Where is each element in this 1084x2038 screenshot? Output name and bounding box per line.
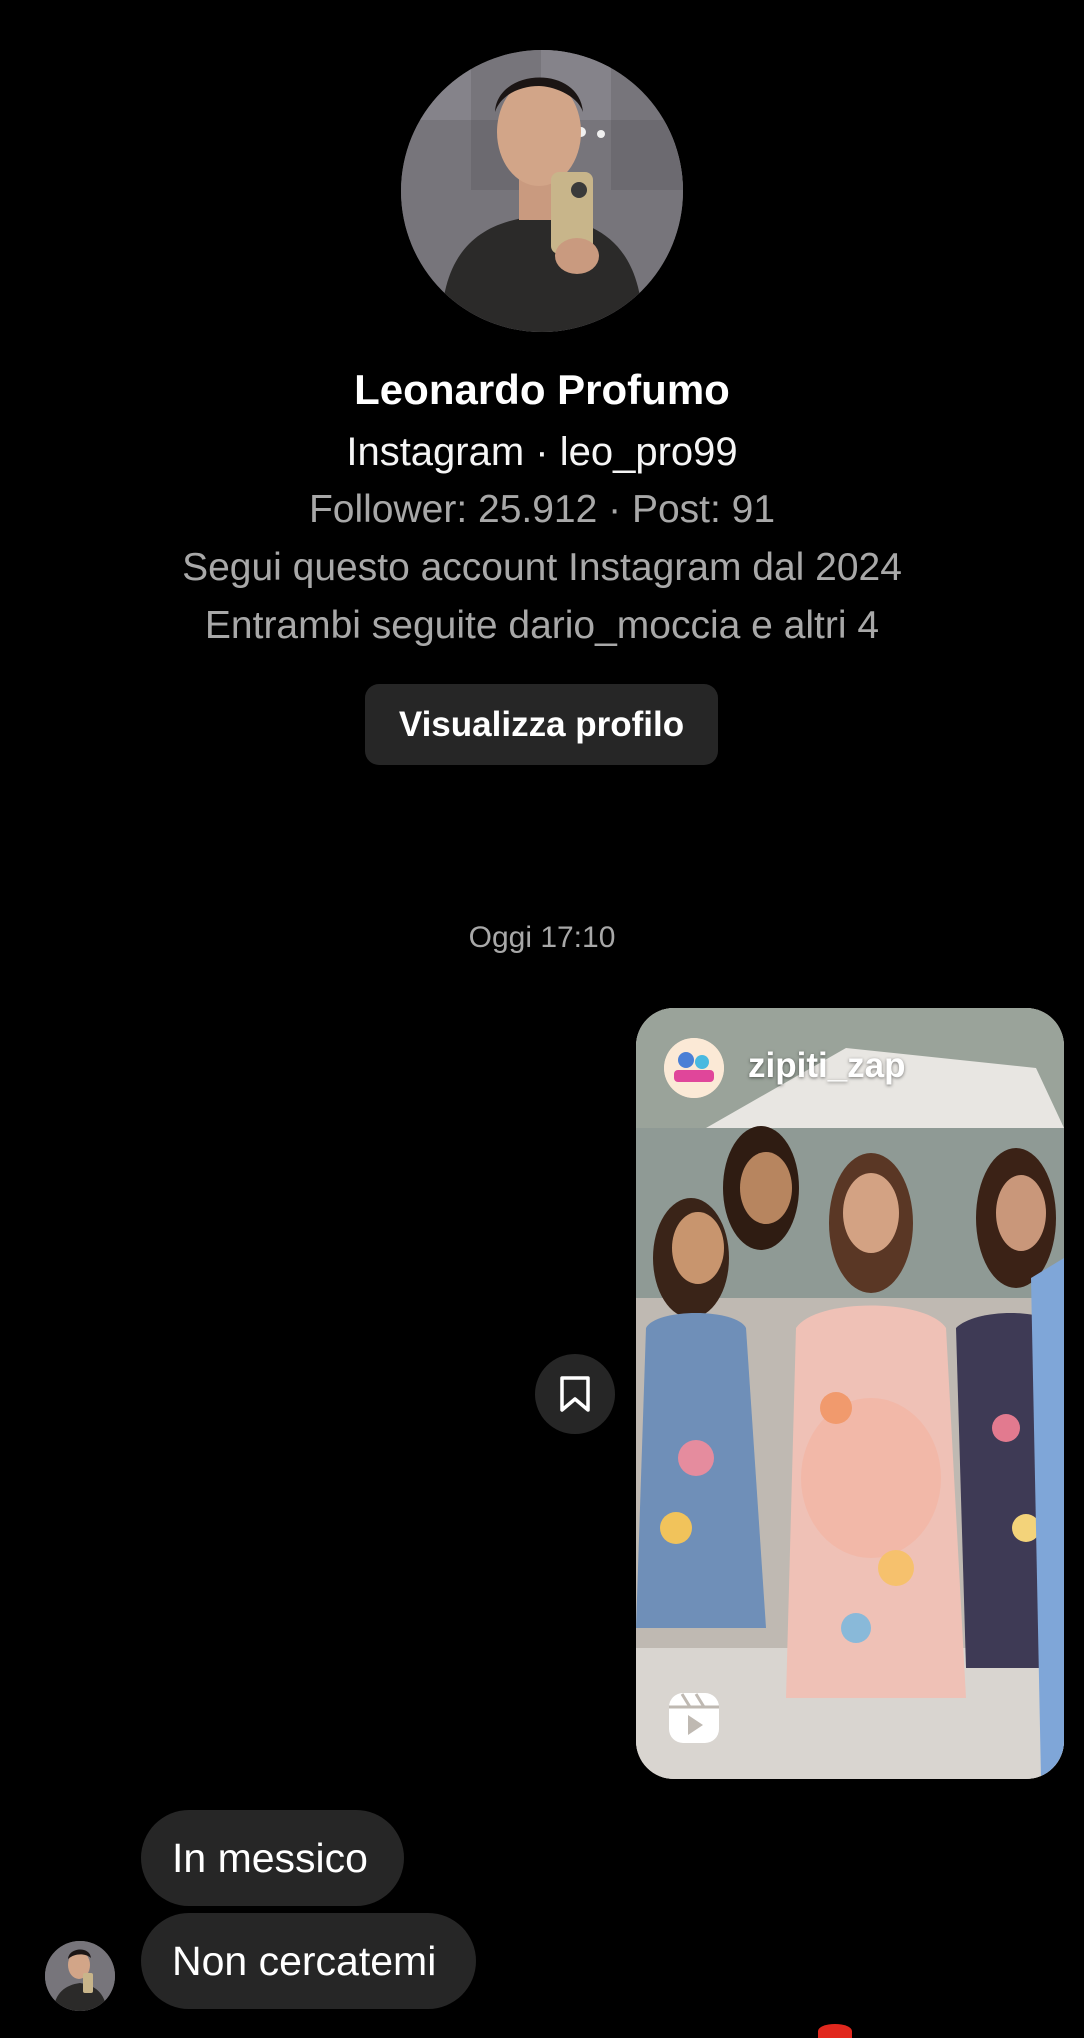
message-bubble[interactable]: In messico	[141, 1810, 404, 1906]
shared-reel-card[interactable]: zipiti_zap	[636, 1008, 1064, 1779]
profile-platform-handle: Instagram · leo_pro99	[346, 430, 738, 474]
heart-icon	[818, 2024, 852, 2038]
zipiti-zap-logo[interactable]	[664, 1038, 724, 1098]
view-profile-button[interactable]: Visualizza profilo	[365, 684, 718, 765]
message-timestamp: Oggi 17:10	[468, 921, 616, 954]
save-reel-button[interactable]	[535, 1354, 615, 1434]
profile-avatar[interactable]	[401, 50, 683, 332]
sender-avatar[interactable]	[45, 1941, 115, 2011]
bookmark-icon	[560, 1376, 590, 1412]
mutual-followers-text: Entrambi seguite dario_moccia e altri 4	[204, 604, 880, 647]
profile-name: Leonardo Profumo	[354, 366, 730, 413]
follow-since-text: Segui questo account Instagram dal 2024	[182, 546, 902, 589]
reels-icon	[669, 1693, 719, 1743]
reel-owner-name[interactable]: zipiti_zap	[748, 1046, 906, 1086]
profile-stats: Follower: 25.912 · Post: 91	[308, 488, 776, 531]
message-bubble[interactable]: Non cercatemi	[141, 1913, 476, 2009]
reel-thumbnail	[636, 1008, 1064, 1779]
